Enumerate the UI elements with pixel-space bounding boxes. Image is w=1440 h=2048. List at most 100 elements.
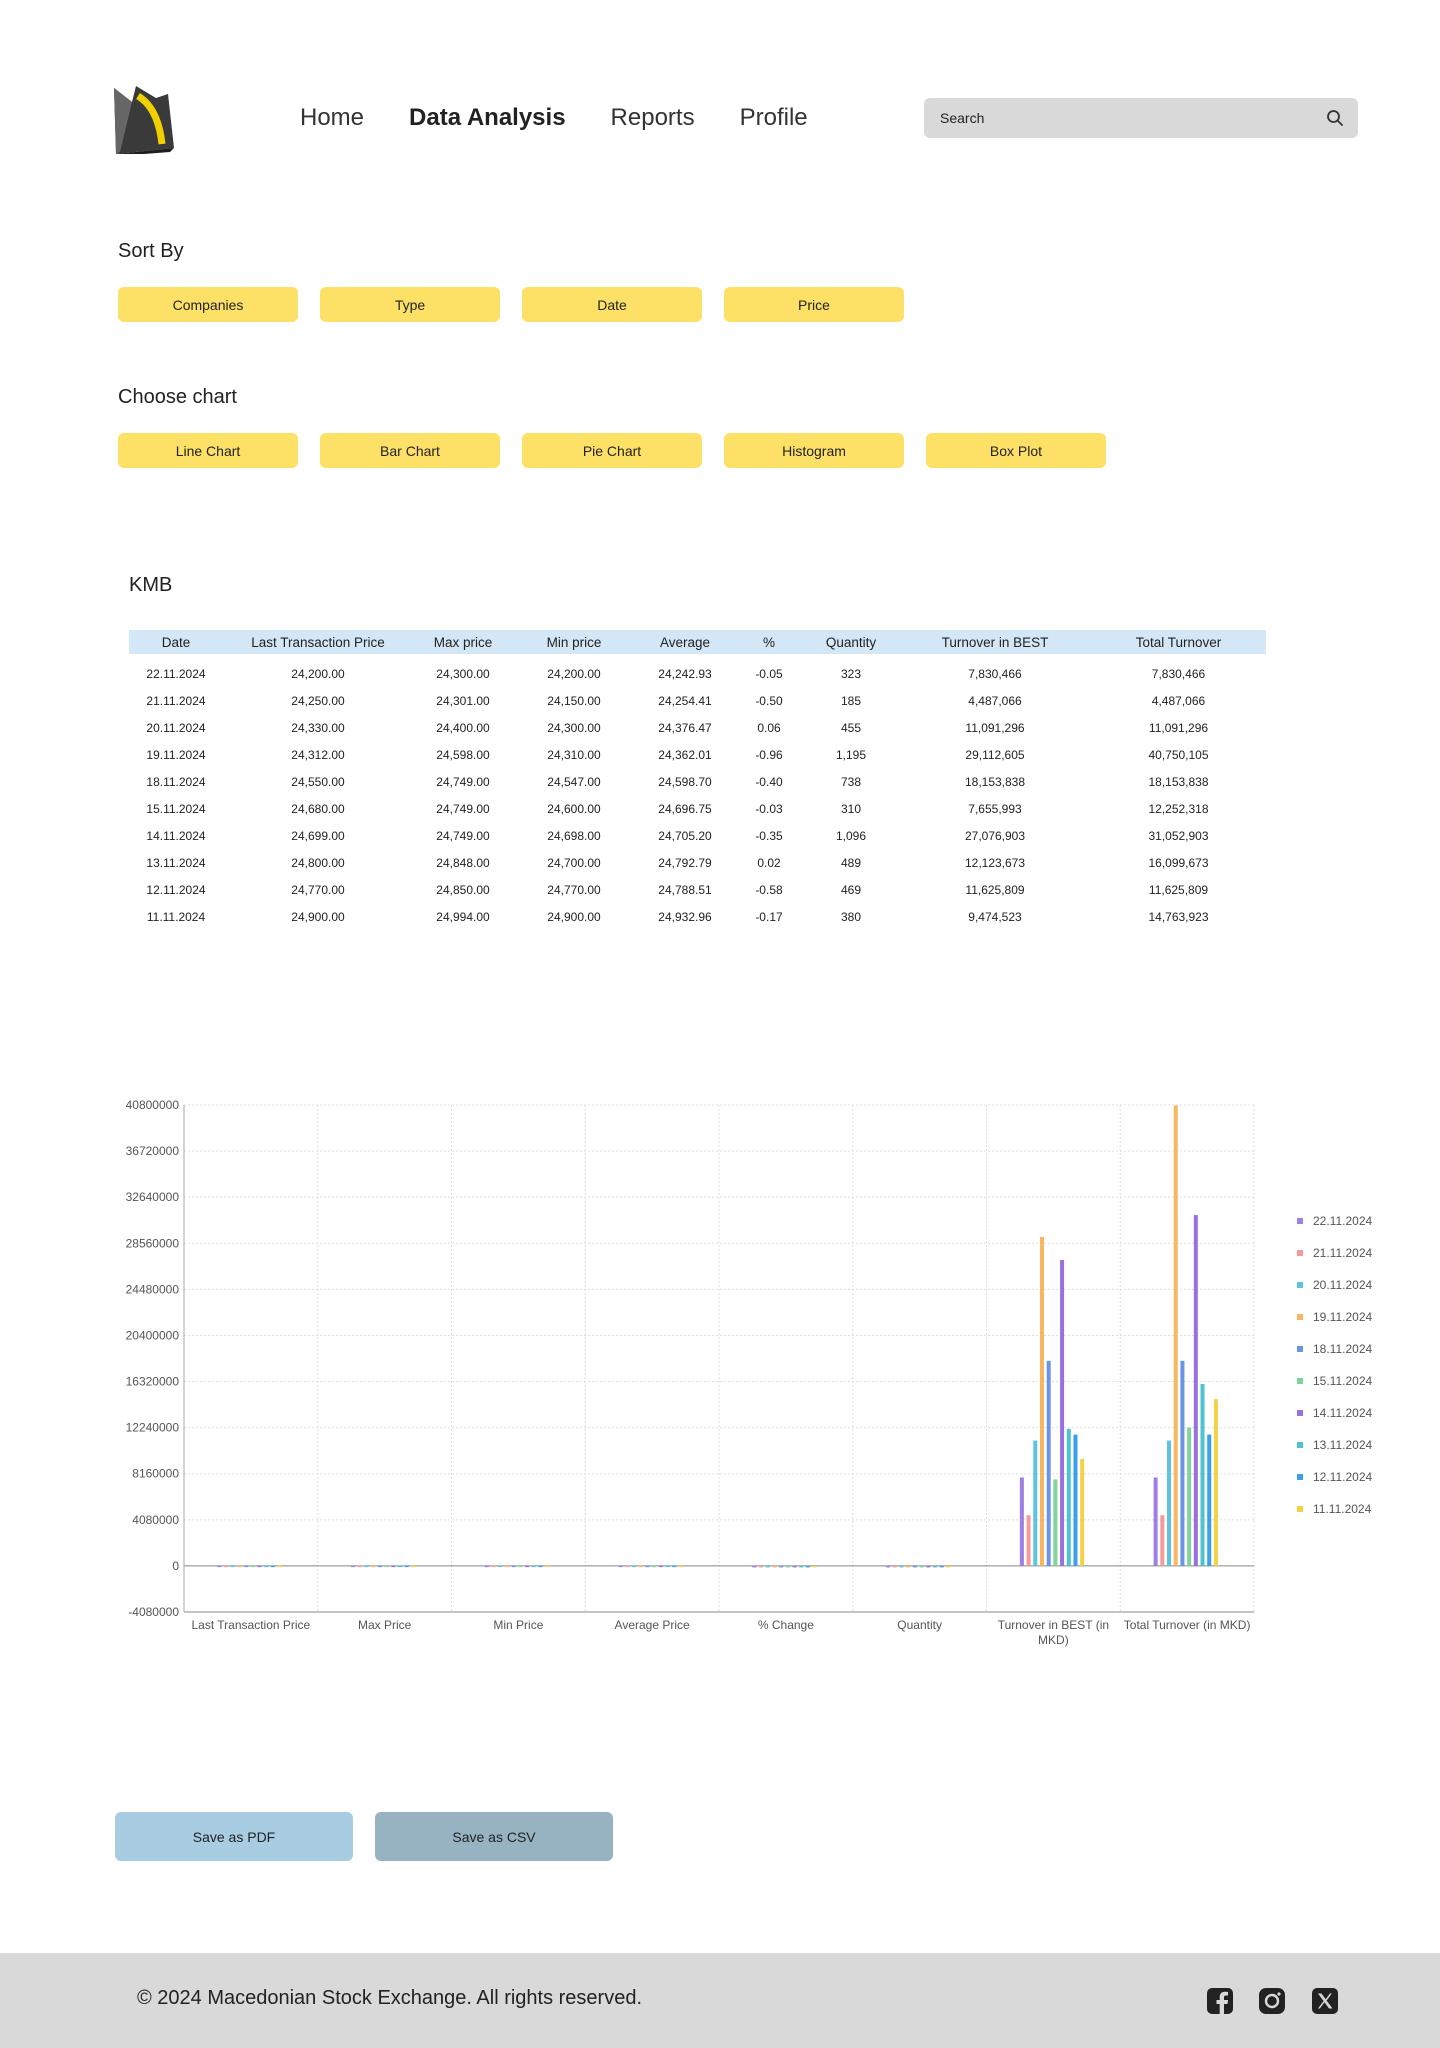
legend-swatch [1297, 1282, 1303, 1288]
bar [625, 1565, 630, 1568]
y-tick-label: 36720000 [126, 1144, 180, 1158]
table-cell: 24,994.00 [436, 909, 490, 924]
nav-profile[interactable]: Profile [740, 100, 808, 136]
table-cell: 4,487,066 [1151, 693, 1206, 708]
choose-chart-title: Choose chart [118, 386, 237, 408]
table-header-cell[interactable]: Quantity [803, 630, 899, 654]
table-header-cell[interactable]: Total Turnover [1091, 630, 1266, 654]
table-header-cell[interactable]: Average [635, 630, 735, 654]
nav-reports[interactable]: Reports [611, 100, 695, 136]
table-cell: 24,900.00 [291, 909, 345, 924]
x-tick-label: Total Turnover (in MKD) [1124, 1618, 1251, 1632]
sort-type-button[interactable]: Type [320, 287, 500, 322]
bar [886, 1565, 891, 1568]
table-row: 15.11.2024 24,680.00 24,749.00 24,600.00 24,… [129, 795, 1266, 822]
bar [899, 1565, 904, 1568]
table-header-cell[interactable]: Min price [513, 630, 635, 654]
main-nav: Home Data Analysis Reports Profile [300, 100, 808, 136]
save-csv-button[interactable]: Save as CSV [375, 1812, 613, 1861]
bar [1039, 1237, 1044, 1566]
table-cell: 24,600.00 [547, 801, 601, 816]
sort-date-button[interactable]: Date [522, 287, 702, 322]
facebook-icon[interactable] [1206, 1987, 1234, 2015]
bar [498, 1565, 503, 1568]
table-cell: 24,705.20 [658, 828, 712, 843]
bar [525, 1565, 530, 1568]
legend-label: 19.11.2024 [1313, 1310, 1372, 1324]
table-cell: 7,830,466 [968, 666, 1022, 681]
y-tick-label: 12240000 [126, 1421, 180, 1435]
bar [892, 1565, 897, 1568]
table-cell: 24,800.00 [291, 855, 345, 870]
table-cell: 0.06 [757, 720, 781, 735]
instagram-icon[interactable] [1258, 1987, 1286, 2015]
x-tick-label: Average Price [615, 1618, 690, 1632]
bar [1066, 1428, 1071, 1566]
sort-price-button[interactable]: Price [724, 287, 904, 322]
table-header-cell[interactable]: Last Transaction Price [223, 630, 413, 654]
bar [1080, 1458, 1085, 1566]
legend-swatch [1297, 1410, 1303, 1416]
bar [665, 1565, 670, 1568]
table-cell: 27,076,903 [964, 828, 1026, 843]
table-cell: 18,153,838 [964, 774, 1026, 789]
table-cell: 18,153,838 [1148, 774, 1209, 789]
bar [1173, 1105, 1178, 1566]
bar [504, 1565, 509, 1568]
table-cell: 11,091,296 [1148, 720, 1209, 735]
logo-icon[interactable] [110, 82, 176, 154]
nav-data-analysis[interactable]: Data Analysis [409, 100, 566, 136]
search-icon[interactable] [1326, 109, 1344, 127]
table-cell: 380 [840, 909, 862, 924]
pie-chart-button[interactable]: Pie Chart [522, 433, 702, 468]
table-cell: 4,487,066 [968, 693, 1022, 708]
table-row: 22.11.2024 24,200.00 24,300.00 24,200.00 24,… [129, 654, 1266, 687]
bar [632, 1565, 637, 1568]
table-cell: 14,763,923 [1148, 909, 1209, 924]
bar [906, 1565, 911, 1568]
table-header-cell[interactable]: Date [129, 630, 223, 654]
bar [484, 1565, 489, 1568]
x-icon[interactable] [1311, 1987, 1339, 2015]
table-row: 11.11.2024 24,900.00 24,994.00 24,900.00 24,… [129, 903, 1266, 930]
line-chart-button[interactable]: Line Chart [118, 433, 298, 468]
table-cell: 7,655,993 [968, 801, 1022, 816]
table-header-cell[interactable]: Max price [413, 630, 513, 654]
bar [926, 1565, 931, 1568]
legend-label: 14.11.2024 [1313, 1406, 1372, 1420]
sort-companies-button[interactable]: Companies [118, 287, 298, 322]
table-cell: 9,474,523 [968, 909, 1022, 924]
table-cell: 31,052,903 [1148, 828, 1209, 843]
table-cell: -0.35 [755, 828, 783, 843]
table-row: 20.11.2024 24,330.00 24,400.00 24,300.00 24,… [129, 714, 1266, 741]
bar [217, 1565, 222, 1568]
table-cell: 24,376.47 [658, 720, 712, 735]
legend-label: 21.11.2024 [1313, 1246, 1372, 1260]
bar [919, 1565, 924, 1568]
table-cell: 24,749.00 [436, 774, 490, 789]
table-cell: 40,750,105 [1148, 747, 1209, 762]
box-plot-button[interactable]: Box Plot [926, 433, 1106, 468]
table-cell: 185 [840, 693, 862, 708]
save-pdf-button[interactable]: Save as PDF [115, 1812, 353, 1861]
legend-swatch [1297, 1442, 1303, 1448]
bar-chart-button[interactable]: Bar Chart [320, 433, 500, 468]
sort-by-title: Sort By [118, 240, 184, 262]
search-input[interactable] [938, 109, 1326, 127]
histogram-button[interactable]: Histogram [724, 433, 904, 468]
table-row: 21.11.2024 24,250.00 24,301.00 24,150.00 24,… [129, 687, 1266, 714]
table-header-cell[interactable]: % [735, 630, 803, 654]
table-cell: 14.11.2024 [146, 828, 206, 843]
table-cell: 19.11.2024 [146, 747, 206, 762]
nav-home[interactable]: Home [300, 100, 364, 136]
bar [257, 1565, 262, 1568]
bar [785, 1565, 790, 1568]
bar [912, 1565, 917, 1568]
search-bar [924, 98, 1358, 138]
table-cell: 7,830,466 [1151, 666, 1206, 681]
bar [237, 1565, 242, 1568]
table-cell: -0.58 [755, 882, 783, 897]
legend-label: 18.11.2024 [1313, 1342, 1372, 1356]
table-cell: 24,598.70 [658, 774, 712, 789]
table-header-cell[interactable]: Turnover in BEST [899, 630, 1091, 654]
